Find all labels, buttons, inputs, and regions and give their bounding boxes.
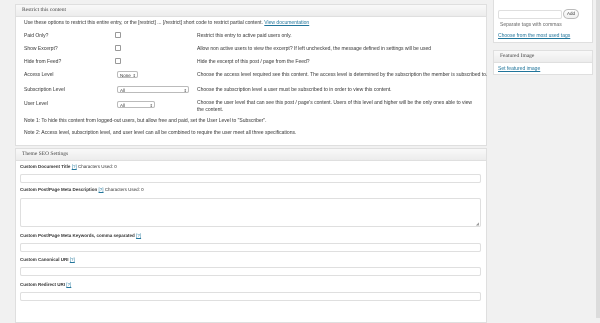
- custom-meta-description-label: Custom Post/Page Meta Description [?] Ch…: [20, 187, 144, 192]
- show-excerpt-desc: Allow non active users to view the excer…: [197, 46, 432, 52]
- subscription-level-value: All: [120, 88, 126, 93]
- custom-canonical-uri-input[interactable]: [20, 267, 481, 276]
- field-label: Custom Document Title: [20, 164, 71, 169]
- show-excerpt-label: Show Excerpt?: [24, 46, 58, 52]
- paid-only-desc: Restrict this entry to active paid users…: [197, 33, 292, 39]
- hide-from-feed-checkbox[interactable]: [115, 58, 121, 64]
- characters-used: Characters Used: 0: [104, 187, 144, 192]
- access-level-select[interactable]: None ⇕: [117, 71, 138, 78]
- help-link[interactable]: [?]: [99, 187, 104, 192]
- theme-seo-settings-title: Theme SEO Settings: [16, 149, 486, 161]
- note-2: Note 2: Access level, subscription level…: [24, 130, 297, 136]
- subscription-level-desc: Choose the subscription level a user mus…: [197, 87, 392, 93]
- set-featured-image-link[interactable]: Set featured image: [498, 66, 540, 72]
- choose-most-used-tags-link[interactable]: Choose from the most used tags: [498, 33, 570, 39]
- user-level-label: User Level: [24, 101, 48, 107]
- help-link[interactable]: [?]: [66, 282, 71, 287]
- subscription-level-label: Subscription Level: [24, 87, 65, 93]
- custom-document-title-label: Custom Document Title [?] Characters Use…: [20, 164, 117, 169]
- field-label: Custom Canonical URI: [20, 257, 69, 262]
- custom-redirect-uri-input[interactable]: [20, 292, 481, 301]
- select-arrows-icon: ⇕: [132, 73, 136, 78]
- field-label: Custom Post/Page Meta Keywords, comma se…: [20, 233, 135, 238]
- restrict-intro-text: Use these options to restrict this entir…: [24, 20, 263, 26]
- help-link[interactable]: [?]: [70, 257, 75, 262]
- tags-hint: Separate tags with commas: [500, 22, 562, 28]
- field-label: Custom Redirect URI: [20, 282, 66, 287]
- access-level-value: None: [120, 73, 131, 78]
- help-link[interactable]: [?]: [72, 164, 77, 169]
- view-documentation-link[interactable]: View documentation: [264, 20, 309, 26]
- restrict-intro: Use these options to restrict this entir…: [24, 20, 309, 26]
- add-tag-button[interactable]: Add: [563, 9, 579, 19]
- select-arrows-icon: ⇕: [149, 103, 153, 108]
- custom-meta-description-textarea[interactable]: ◢: [20, 198, 481, 227]
- hide-from-feed-label: Hide from Feed?: [24, 59, 62, 65]
- custom-canonical-uri-label: Custom Canonical URI [?]: [20, 257, 75, 262]
- resize-handle-icon[interactable]: ◢: [476, 221, 479, 226]
- custom-meta-keywords-label: Custom Post/Page Meta Keywords, comma se…: [20, 233, 141, 238]
- access-level-label: Access Level: [24, 72, 54, 78]
- featured-image-title: Featured Image: [494, 51, 592, 63]
- access-level-desc: Choose the access level required see thi…: [197, 72, 488, 78]
- note-1: Note 1: To hide this content from logged…: [24, 118, 267, 124]
- user-level-select[interactable]: All ⇕: [117, 101, 155, 108]
- paid-only-label: Paid Only?: [24, 33, 49, 39]
- new-tag-input[interactable]: [498, 10, 562, 19]
- restrict-content-title: Restrict this content: [16, 5, 486, 17]
- user-level-desc: Choose the user level that can see this …: [197, 100, 473, 113]
- custom-meta-keywords-input[interactable]: [20, 243, 481, 252]
- select-arrows-icon: ⇕: [183, 88, 187, 93]
- paid-only-checkbox[interactable]: [115, 32, 121, 38]
- show-excerpt-checkbox[interactable]: [115, 45, 121, 51]
- help-link[interactable]: [?]: [136, 233, 141, 238]
- hide-from-feed-desc: Hide the excerpt of this post / page fro…: [197, 59, 310, 65]
- custom-document-title-input[interactable]: [20, 174, 481, 183]
- user-level-value: All: [120, 103, 126, 108]
- subscription-level-select[interactable]: All ⇕: [117, 86, 189, 93]
- field-label: Custom Post/Page Meta Description: [20, 187, 98, 192]
- window-scrollbar[interactable]: [596, 0, 600, 318]
- characters-used: Characters Used: 0: [77, 164, 117, 169]
- custom-redirect-uri-label: Custom Redirect URI [?]: [20, 282, 71, 287]
